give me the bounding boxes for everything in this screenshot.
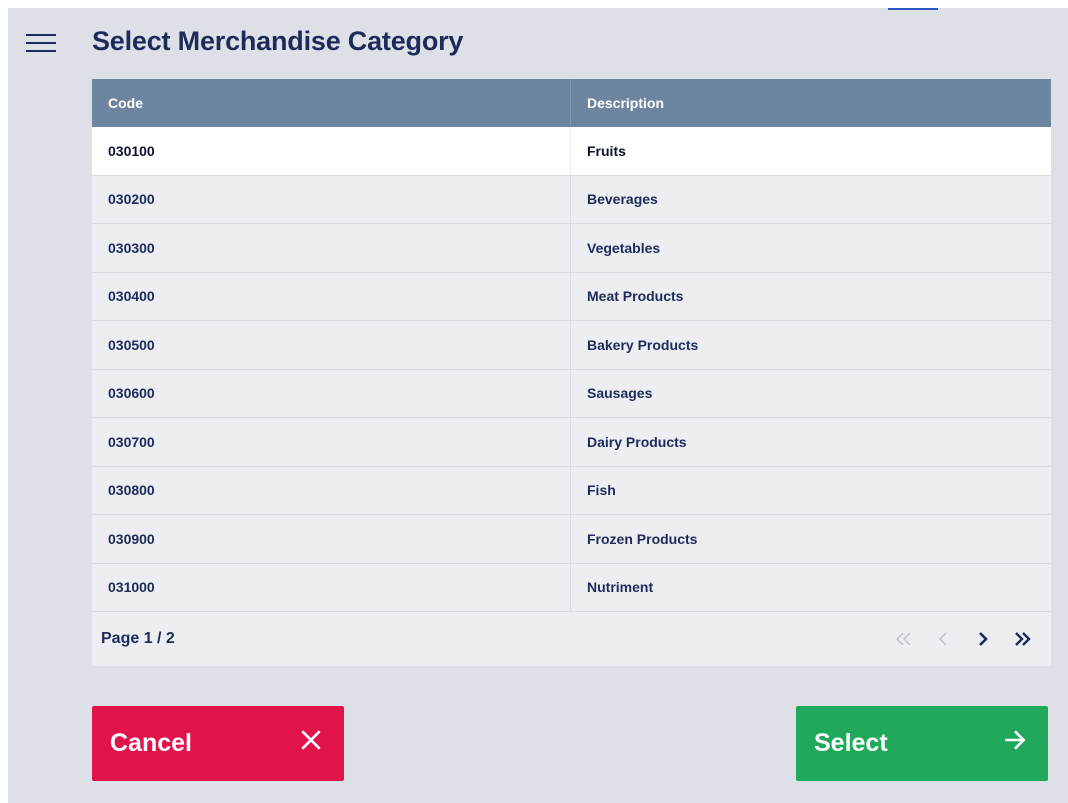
table-row[interactable]: 030900 Frozen Products [92, 515, 1051, 564]
cell-code: 030200 [92, 175, 571, 223]
select-button-label: Select [814, 729, 888, 757]
select-button[interactable]: Select [796, 706, 1048, 781]
page-indicator: Page 1 / 2 [101, 630, 175, 647]
table-row[interactable]: 031000 Nutriment [92, 563, 1051, 612]
column-header-code[interactable]: Code [92, 79, 571, 127]
first-page-icon[interactable] [883, 619, 923, 659]
top-accent-bar [888, 8, 938, 10]
cancel-button[interactable]: Cancel [92, 706, 344, 781]
table-header: Code Description [92, 79, 1051, 127]
pagination-controls [883, 619, 1043, 659]
cell-description: Vegetables [587, 239, 661, 256]
cell-description: Dairy Products [587, 433, 687, 450]
arrow-right-icon [1002, 727, 1028, 760]
screen: Select Merchandise Category Code Descrip… [8, 8, 1068, 803]
cell-code: 030800 [92, 466, 571, 514]
table-row[interactable]: 030500 Bakery Products [92, 321, 1051, 370]
cell-description: Frozen Products [587, 530, 698, 547]
table-row[interactable]: 030400 Meat Products [92, 272, 1051, 321]
table-row[interactable]: 030300 Vegetables [92, 224, 1051, 273]
table-row[interactable]: 030100 Fruits [92, 127, 1051, 176]
cell-description: Sausages [587, 385, 653, 402]
page-title: Select Merchandise Category [92, 26, 464, 56]
cell-code: 030400 [92, 272, 571, 320]
cell-code: 030600 [92, 369, 571, 417]
cell-code: 030100 [92, 127, 571, 175]
cell-description: Fruits [587, 142, 626, 159]
table-row[interactable]: 030200 Beverages [92, 175, 1051, 224]
table-row[interactable]: 030700 Dairy Products [92, 418, 1051, 467]
table-body: 030100 Fruits 030200 Beverages 030300 Ve… [92, 127, 1051, 612]
column-header-description[interactable]: Description [571, 79, 1051, 127]
menu-icon[interactable] [26, 34, 56, 56]
category-table: Code Description 030100 Fruits 030200 Be… [92, 79, 1051, 666]
next-page-icon[interactable] [963, 619, 1003, 659]
close-icon [298, 727, 324, 760]
last-page-icon[interactable] [1003, 619, 1043, 659]
cell-description: Bakery Products [587, 336, 699, 353]
previous-page-icon[interactable] [923, 619, 963, 659]
cell-code: 030300 [92, 224, 571, 272]
cell-code: 030700 [92, 418, 571, 466]
table-row[interactable]: 030600 Sausages [92, 369, 1051, 418]
cell-code: 031000 [92, 563, 571, 611]
cell-description: Fish [587, 482, 616, 499]
cell-description: Beverages [587, 191, 658, 208]
cell-description: Meat Products [587, 288, 684, 305]
cell-description: Nutriment [587, 579, 654, 596]
cancel-button-label: Cancel [110, 729, 192, 757]
pagination-bar: Page 1 / 2 [92, 612, 1051, 666]
cell-code: 030900 [92, 515, 571, 563]
cell-code: 030500 [92, 321, 571, 369]
table-row[interactable]: 030800 Fish [92, 466, 1051, 515]
